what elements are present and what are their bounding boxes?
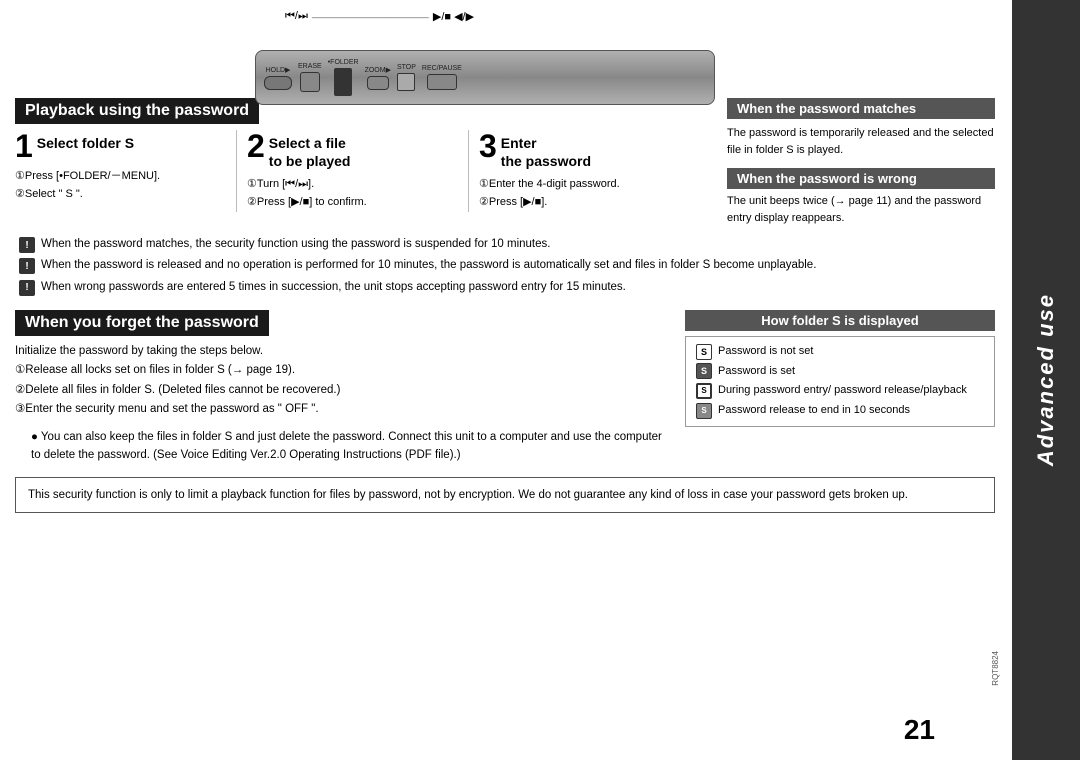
forget-step2: ②Delete all files in folder S. (Deleted …	[15, 381, 670, 401]
folder-item-1: S Password is not set	[696, 342, 984, 362]
top-section: Playback using the password 1 Select fol…	[15, 98, 995, 226]
forget-content: Initialize the password by taking the st…	[15, 342, 670, 420]
s-icon-empty: S	[696, 344, 712, 360]
s-icon-filled: S	[696, 363, 712, 379]
section1-header: Playback using the password	[15, 98, 259, 124]
note-item-1: ! When the password matches, the securit…	[19, 236, 991, 253]
note-icon-1: !	[19, 237, 35, 253]
right-panel: When the password matches The password i…	[715, 98, 995, 226]
zoom-button-group: ZOOM▶	[365, 66, 391, 90]
folder-button-group: •FOLDER	[328, 59, 359, 96]
step3-title: Enter the password	[501, 134, 591, 170]
folder-item-3-text: During password entry/ password release/…	[718, 381, 967, 401]
note-text-1: When the password matches, the security …	[41, 236, 550, 253]
page-number: 21	[904, 714, 935, 746]
step2-sub2: ②Press [▶/■] to confirm.	[247, 194, 458, 212]
step1-header: 1 Select folder S	[15, 130, 226, 162]
step1-title: Select folder S	[37, 134, 134, 152]
folder-item-4-text: Password release to end in 10 seconds	[718, 401, 910, 421]
s-icon-lock-filled: S	[696, 403, 712, 419]
step1-number: 1	[15, 130, 33, 162]
step3-number: 3	[479, 130, 497, 162]
stop-button-group: STOP	[397, 64, 416, 91]
step1-instructions: ①Press [•FOLDER/－MENU]. ②Select " S ".	[15, 168, 226, 203]
note-text-2: When the password is released and no ope…	[41, 257, 816, 274]
forget-header: When you forget the password	[15, 310, 269, 336]
forget-step3: ③Enter the security menu and set the pas…	[15, 400, 670, 420]
left-content: Playback using the password 1 Select fol…	[15, 98, 700, 226]
advanced-text: Advanced use	[1033, 293, 1059, 466]
rec-button-group: REC/PAUSE	[422, 65, 462, 90]
note-text-3: When wrong passwords are entered 5 times…	[41, 279, 626, 296]
step2-instructions: ①Turn [⏮/⏭]. ②Press [▶/■] to confirm.	[247, 176, 458, 211]
rqt-code: RQT8824	[991, 651, 1000, 686]
s-icon-lock-outline: S	[696, 383, 712, 399]
main-content: ⏮/⏭ ————————————— ▶/■ ◀/▶ HOLD▶ ERASE •	[0, 0, 1010, 766]
hold-button-group: HOLD▶	[264, 66, 292, 90]
notes-section: ! When the password matches, the securit…	[15, 236, 995, 296]
right-arrow-indicator: ▶/■ ◀/▶	[433, 10, 474, 23]
matches-header: When the password matches	[727, 98, 995, 119]
folder-item-1-text: Password is not set	[718, 342, 813, 362]
folder-item-3: S During password entry/ password releas…	[696, 381, 984, 401]
three-steps: 1 Select folder S ①Press [•FOLDER/－MENU]…	[15, 130, 700, 212]
step1-sub1: ①Press [•FOLDER/－MENU].	[15, 168, 226, 186]
wrong-header: When the password is wrong	[727, 168, 995, 189]
forget-section: When you forget the password Initialize …	[15, 310, 995, 465]
folder-item-2-text: Password is set	[718, 362, 795, 382]
step3-sub1: ①Enter the 4-digit password.	[479, 176, 690, 194]
step3-instructions: ①Enter the 4-digit password. ②Press [▶/■…	[479, 176, 690, 211]
step3-sub2: ②Press [▶/■].	[479, 194, 690, 212]
note-item-3: ! When wrong passwords are entered 5 tim…	[19, 279, 991, 296]
matches-text: The password is temporarily released and…	[727, 125, 995, 158]
step2-block: 2 Select a file to be played ①Turn [⏮/⏭]…	[247, 130, 469, 212]
computer-note: ● You can also keep the files in folder …	[15, 428, 670, 465]
step2-sub1: ①Turn [⏮/⏭].	[247, 176, 458, 194]
advanced-sidebar: Advanced use	[1012, 0, 1080, 760]
folder-item-4: S Password release to end in 10 seconds	[696, 401, 984, 421]
step1-sub2: ②Select " S ".	[15, 186, 226, 204]
device-area: ⏮/⏭ ————————————— ▶/■ ◀/▶ HOLD▶ ERASE •	[15, 10, 995, 90]
step1-block: 1 Select folder S ①Press [•FOLDER/－MENU]…	[15, 130, 237, 212]
disclaimer-box: This security function is only to limit …	[15, 477, 995, 513]
forget-right: How folder S is displayed S Password is …	[685, 310, 995, 465]
forget-step1: ①Release all locks set on files in folde…	[15, 361, 670, 381]
left-arrow-indicator: ⏮/⏭	[285, 10, 308, 23]
forget-left: When you forget the password Initialize …	[15, 310, 670, 465]
folder-item-2: S Password is set	[696, 362, 984, 382]
folder-display-content: S Password is not set S Password is set …	[685, 336, 995, 427]
step3-block: 3 Enter the password ①Enter the 4-digit …	[479, 130, 700, 212]
note-icon-3: !	[19, 280, 35, 296]
note-item-2: ! When the password is released and no o…	[19, 257, 991, 274]
step2-number: 2	[247, 130, 265, 162]
note-icon-2: !	[19, 258, 35, 274]
forget-intro: Initialize the password by taking the st…	[15, 342, 670, 362]
erase-button-group: ERASE	[298, 63, 322, 92]
folder-display-header: How folder S is displayed	[685, 310, 995, 331]
step2-header: 2 Select a file to be played	[247, 130, 458, 170]
step2-title: Select a file to be played	[269, 134, 351, 170]
wrong-text: The unit beeps twice (→ page 11) and the…	[727, 193, 995, 226]
step3-header: 3 Enter the password	[479, 130, 690, 170]
